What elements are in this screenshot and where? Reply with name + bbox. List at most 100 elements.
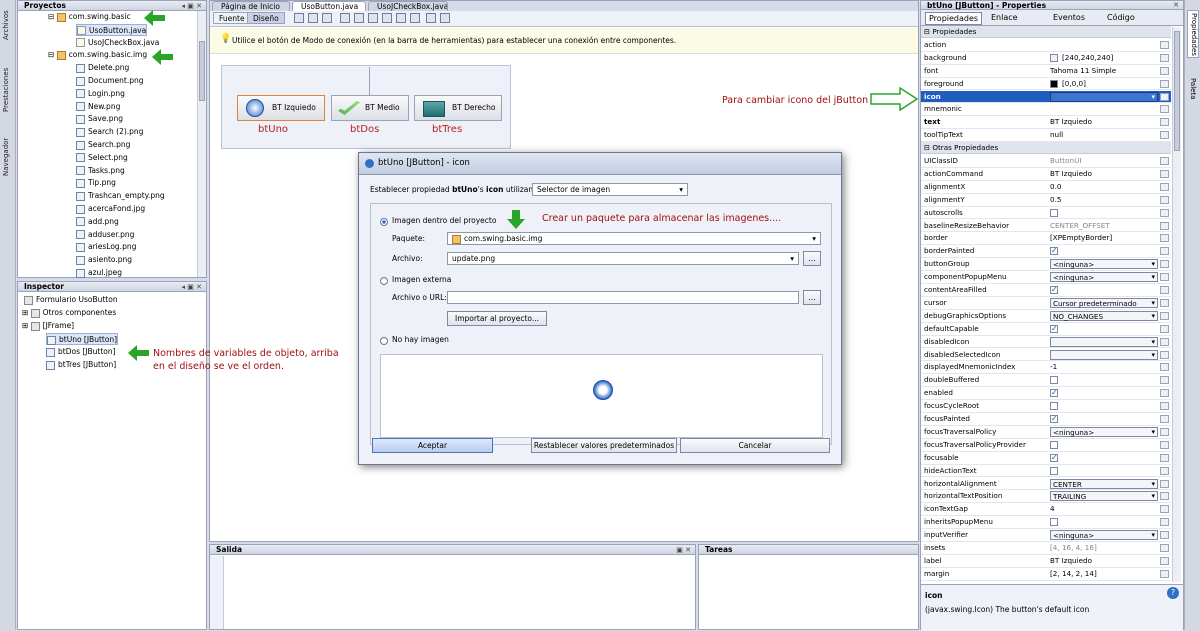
- align-right-icon[interactable]: [354, 13, 364, 23]
- property-value[interactable]: [2, 14, 2, 14]: [1048, 568, 1160, 580]
- property-ellipsis-button[interactable]: [1160, 92, 1169, 101]
- property-row-focusable[interactable]: focusable: [921, 452, 1171, 465]
- property-value[interactable]: <ninguna>: [1048, 271, 1160, 283]
- property-row-font[interactable]: font Tahoma 11 Simple: [921, 65, 1171, 78]
- property-row-action[interactable]: action: [921, 39, 1171, 52]
- property-value[interactable]: [1048, 323, 1160, 335]
- property-value[interactable]: [1048, 439, 1160, 451]
- property-row-disabledIcon[interactable]: disabledIcon: [921, 336, 1171, 349]
- inspector-node[interactable]: ⊞ Otros componentes: [22, 307, 116, 319]
- property-ellipsis-button[interactable]: [1160, 363, 1169, 372]
- import-button[interactable]: Importar al proyecto...: [447, 311, 547, 326]
- property-row-text[interactable]: text BT Izquiedo: [921, 116, 1171, 130]
- property-row-autoscrolls[interactable]: autoscrolls: [921, 207, 1171, 220]
- property-row-borderPainted[interactable]: borderPainted: [921, 245, 1171, 259]
- file-node[interactable]: UsoJCheckBox.java: [76, 37, 159, 49]
- resize-vertical-icon[interactable]: [440, 13, 450, 23]
- property-ellipsis-button[interactable]: [1160, 260, 1169, 269]
- inspector-node[interactable]: ⊞ [JFrame]: [22, 320, 74, 332]
- right-tab-paleta[interactable]: Paleta: [1187, 64, 1199, 100]
- property-row-horizontalTextPosition[interactable]: horizontalTextPosition TRAILING: [921, 490, 1171, 504]
- property-checkbox[interactable]: [1050, 518, 1058, 527]
- property-value[interactable]: Cursor predeterminado: [1048, 297, 1160, 308]
- property-ellipsis-button[interactable]: [1160, 118, 1169, 127]
- radio-no-image[interactable]: [380, 337, 388, 345]
- property-dropdown[interactable]: [1050, 336, 1158, 347]
- property-ellipsis-button[interactable]: [1160, 157, 1169, 165]
- tab-eventos[interactable]: Eventos: [1053, 13, 1085, 22]
- selection-mode-icon[interactable]: [294, 13, 304, 23]
- property-row-actionCommand[interactable]: actionCommand BT Izquiedo: [921, 168, 1171, 181]
- property-value[interactable]: <ninguna>: [1048, 426, 1160, 437]
- property-value[interactable]: [1048, 516, 1160, 528]
- align-left-icon[interactable]: [340, 13, 350, 23]
- expand-icon[interactable]: ⊞: [22, 321, 31, 330]
- file-node[interactable]: New.png: [76, 101, 120, 113]
- property-ellipsis-button[interactable]: [1160, 466, 1169, 475]
- url-browse-button[interactable]: ...: [803, 290, 821, 305]
- property-row-hideActionText[interactable]: hideActionText: [921, 465, 1171, 478]
- file-node[interactable]: Tasks.png: [76, 165, 125, 177]
- property-row-displayedMnemonicIndex[interactable]: displayedMnemonicIndex -1: [921, 361, 1171, 375]
- file-node[interactable]: Search (2).png: [76, 126, 143, 138]
- property-value[interactable]: [1048, 387, 1160, 399]
- property-checkbox[interactable]: [1050, 284, 1058, 296]
- property-ellipsis-button[interactable]: [1160, 544, 1169, 552]
- editor-selector-dropdown[interactable]: Selector de imagen ▾: [532, 183, 688, 196]
- property-ellipsis-button[interactable]: [1160, 324, 1169, 333]
- property-checkbox[interactable]: [1050, 402, 1058, 411]
- property-value[interactable]: ButtonUI: [1048, 155, 1160, 167]
- property-checkbox[interactable]: [1050, 376, 1058, 385]
- design-button[interactable]: Diseño: [247, 12, 285, 24]
- file-node[interactable]: Trashcan_empty.png: [76, 190, 165, 202]
- property-row-alignmentY[interactable]: alignmentY 0.5: [921, 194, 1171, 207]
- property-ellipsis-button[interactable]: [1160, 518, 1169, 527]
- tab-usobutton[interactable]: UsoButton.java: [292, 1, 366, 11]
- property-ellipsis-button[interactable]: [1160, 337, 1169, 346]
- property-value[interactable]: [240,240,240]: [1048, 52, 1160, 64]
- property-value[interactable]: [1048, 91, 1160, 102]
- property-dropdown[interactable]: [1050, 91, 1158, 102]
- property-value[interactable]: NO_CHANGES: [1048, 310, 1160, 321]
- property-row-UIClassID[interactable]: UIClassID ButtonUI: [921, 155, 1171, 168]
- properties-close-icon[interactable]: ✕: [1173, 1, 1179, 10]
- radio-project-image[interactable]: [380, 218, 388, 226]
- salida-controls-icon[interactable]: ▣ ✕: [676, 545, 691, 555]
- preview-icon[interactable]: [322, 13, 332, 23]
- property-value[interactable]: [1048, 413, 1160, 425]
- file-node[interactable]: azul.jpeg: [76, 267, 122, 279]
- property-row-disabledSelectedIcon[interactable]: disabledSelectedIcon: [921, 349, 1171, 362]
- side-tab-navegador[interactable]: Navegador: [2, 138, 10, 176]
- property-row-label[interactable]: label BT Izquiedo: [921, 555, 1171, 568]
- property-ellipsis-button[interactable]: [1160, 169, 1169, 178]
- property-row-baselineResizeBehavior[interactable]: baselineResizeBehavior CENTER_OFFSET: [921, 220, 1171, 233]
- align-top-icon[interactable]: [382, 13, 392, 23]
- btdos-button[interactable]: BT Medio: [331, 95, 409, 121]
- help-icon[interactable]: ?: [1167, 587, 1179, 599]
- property-row-buttonGroup[interactable]: buttonGroup <ninguna>: [921, 258, 1171, 272]
- property-ellipsis-button[interactable]: [1160, 479, 1169, 488]
- property-row-doubleBuffered[interactable]: doubleBuffered: [921, 374, 1171, 388]
- file-node[interactable]: Save.png: [76, 113, 123, 125]
- align-middle-icon[interactable]: [410, 13, 420, 23]
- tab-pagina-inicio[interactable]: Página de Inicio: [212, 1, 290, 11]
- tab-enlace[interactable]: Enlace: [991, 13, 1018, 22]
- projects-scroll-thumb[interactable]: [199, 41, 205, 101]
- property-checkbox[interactable]: [1050, 208, 1058, 217]
- property-dropdown[interactable]: <ninguna>: [1050, 272, 1158, 283]
- archivo-browse-button[interactable]: ...: [803, 251, 821, 266]
- properties-scrollbar[interactable]: [1172, 27, 1181, 582]
- property-value[interactable]: <ninguna>: [1048, 258, 1160, 270]
- property-value[interactable]: <ninguna>: [1048, 529, 1160, 541]
- file-node[interactable]: Delete.png: [76, 62, 129, 74]
- archivo-dropdown[interactable]: update.png ▾: [447, 252, 799, 265]
- collapse-icon[interactable]: ⊟: [48, 12, 57, 21]
- property-row-margin[interactable]: margin [2, 14, 2, 14]: [921, 568, 1171, 581]
- property-ellipsis-button[interactable]: [1160, 247, 1169, 256]
- property-ellipsis-button[interactable]: [1160, 105, 1169, 114]
- file-node[interactable]: Select.png: [76, 152, 128, 164]
- resize-horizontal-icon[interactable]: [426, 13, 436, 23]
- reset-defaults-button[interactable]: Restablecer valores predeterminados: [531, 438, 677, 453]
- property-ellipsis-button[interactable]: [1160, 427, 1169, 436]
- connection-mode-icon[interactable]: [308, 13, 318, 23]
